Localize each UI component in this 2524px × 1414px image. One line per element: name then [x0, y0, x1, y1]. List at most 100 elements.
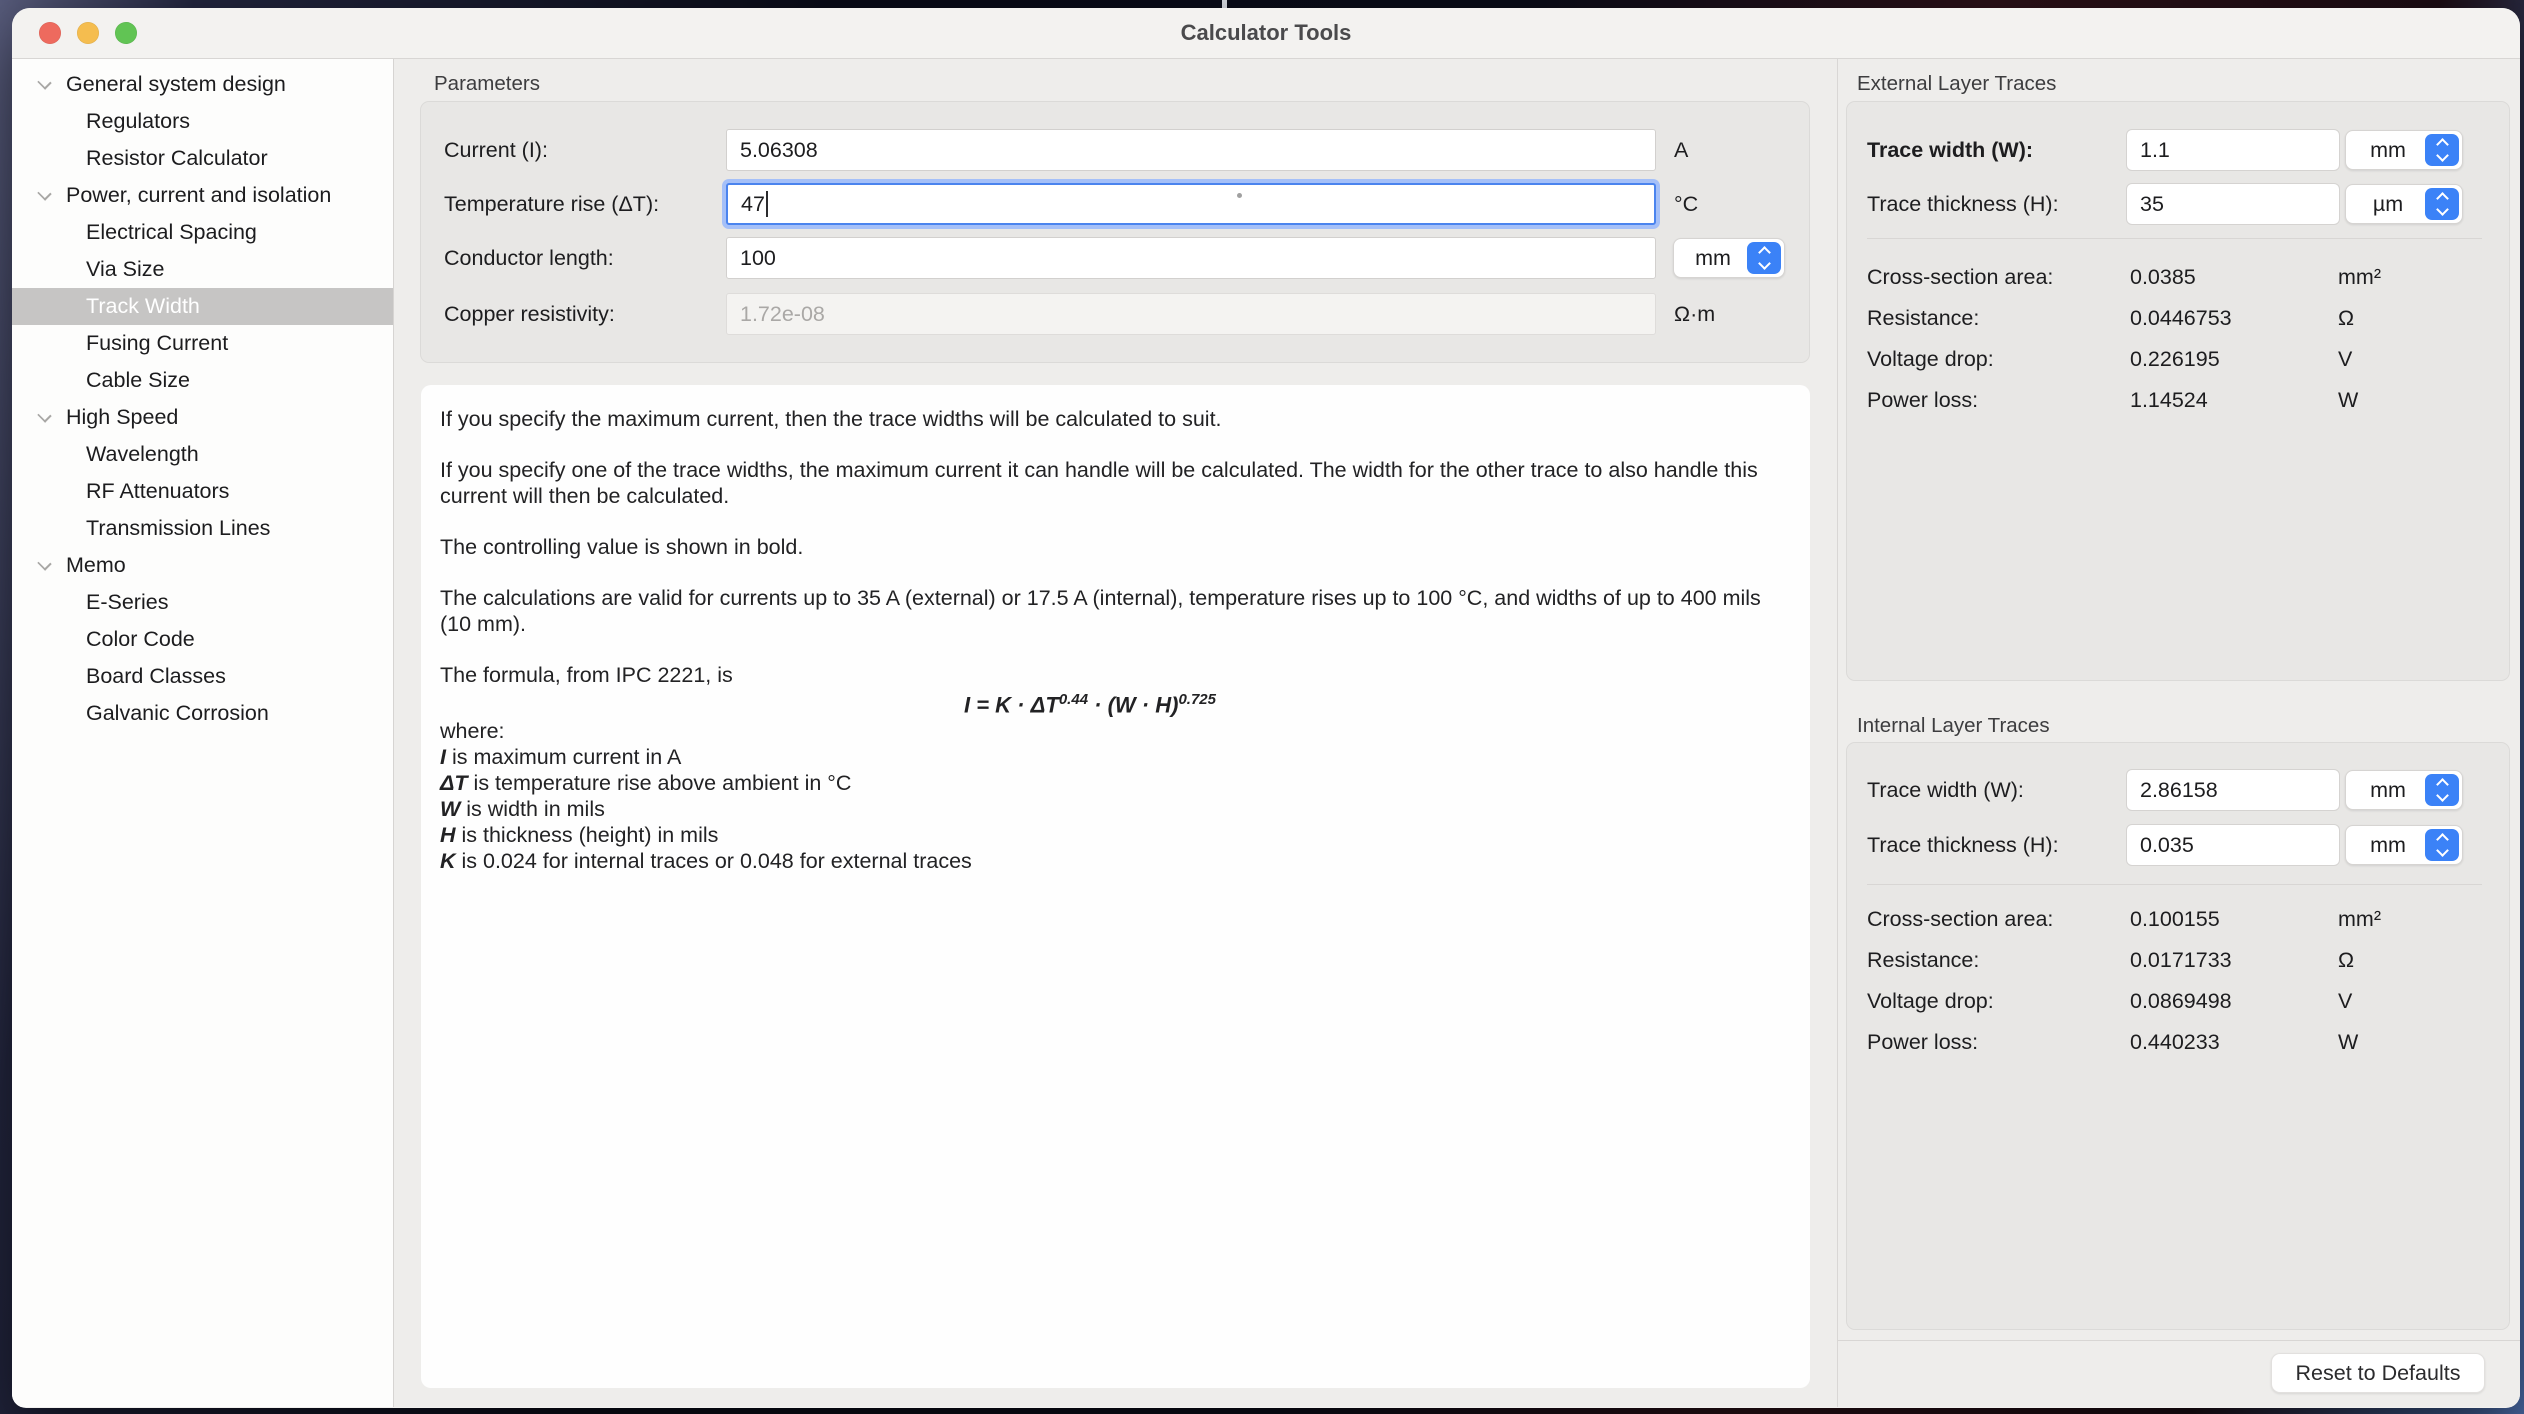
external-trace-thickness-row: Trace thickness (H): µm: [1838, 183, 2520, 225]
divider: [1867, 884, 2482, 885]
result-label: Cross-section area:: [1867, 906, 2053, 932]
result-value: 0.0171733: [2130, 947, 2232, 973]
calculator-tools-window: Calculator Tools General system design R…: [12, 8, 2520, 1408]
result-value: 0.0446753: [2130, 305, 2232, 331]
sidebar-item-rf-attenuators[interactable]: RF Attenuators: [12, 473, 393, 510]
current-unit-label: A: [1674, 129, 1688, 171]
result-unit: Ω: [2338, 305, 2354, 331]
where-line: W is width in mils: [440, 796, 1770, 822]
result-label: Resistance:: [1867, 947, 1979, 973]
result-value: 0.0869498: [2130, 988, 2232, 1014]
sidebar-item-wavelength[interactable]: Wavelength: [12, 436, 393, 473]
sidebar-item-label: Transmission Lines: [86, 516, 270, 541]
conductor-length-unit-select[interactable]: mm: [1673, 238, 1785, 278]
copper-resistivity-row: Copper resistivity: Ω·m: [394, 293, 1837, 335]
sidebar-item-via-size[interactable]: Via Size: [12, 251, 393, 288]
up-down-chevrons-icon: [2425, 134, 2459, 166]
ipc2221-formula: I = K · ΔT0.44 · (W · H)0.725: [964, 687, 1770, 718]
external-trace-width-input[interactable]: [2126, 129, 2340, 171]
sidebar-item-label: Galvanic Corrosion: [86, 701, 269, 726]
result-label: Cross-section area:: [1867, 264, 2053, 290]
sidebar-item-label: Regulators: [86, 109, 190, 134]
up-down-chevrons-icon: [1747, 242, 1781, 274]
sidebar-item-color-code[interactable]: Color Code: [12, 621, 393, 658]
external-cross-section-row: Cross-section area: 0.0385 mm²: [1838, 264, 2520, 290]
chevron-down-icon[interactable]: [37, 186, 51, 200]
sidebar-item-fusing-current[interactable]: Fusing Current: [12, 325, 393, 362]
result-label: Power loss:: [1867, 387, 1978, 413]
calculator-tree-sidebar: General system design Regulators Resisto…: [12, 59, 394, 1407]
internal-trace-width-input[interactable]: [2126, 769, 2340, 811]
parameters-section-header: Parameters: [434, 72, 540, 96]
sidebar-item-track-width[interactable]: Track Width: [12, 288, 393, 325]
help-paragraph: The calculations are valid for currents …: [440, 585, 1770, 637]
sidebar-item-high-speed[interactable]: High Speed: [12, 399, 393, 436]
temperature-rise-unit-label: °C: [1674, 183, 1698, 225]
where-line: I is maximum current in A: [440, 744, 1770, 770]
sidebar-item-resistor-calculator[interactable]: Resistor Calculator: [12, 140, 393, 177]
title-bar[interactable]: Calculator Tools: [12, 8, 2520, 59]
sidebar-item-label: Via Size: [86, 257, 164, 282]
up-down-chevrons-icon: [2425, 188, 2459, 220]
internal-trace-width-unit-select[interactable]: mm: [2345, 770, 2463, 810]
result-label: Resistance:: [1867, 305, 1979, 331]
up-down-chevrons-icon: [2425, 774, 2459, 806]
up-down-chevrons-icon: [2425, 829, 2459, 861]
external-trace-width-unit-select[interactable]: mm: [2345, 130, 2463, 170]
sidebar-item-regulators[interactable]: Regulators: [12, 103, 393, 140]
copper-resistivity-unit-label: Ω·m: [1674, 293, 1715, 335]
result-unit: W: [2338, 387, 2358, 413]
sidebar-item-label: Electrical Spacing: [86, 220, 257, 245]
result-label: Power loss:: [1867, 1029, 1978, 1055]
internal-voltage-drop-row: Voltage drop: 0.0869498 V: [1838, 988, 2520, 1014]
sidebar-item-label: General system design: [66, 72, 286, 97]
sidebar-item-board-classes[interactable]: Board Classes: [12, 658, 393, 695]
result-label: Voltage drop:: [1867, 346, 1994, 372]
reset-to-defaults-button[interactable]: Reset to Defaults: [2271, 1353, 2485, 1393]
external-trace-width-row: Trace width (W): mm: [1838, 129, 2520, 171]
result-unit: mm²: [2338, 906, 2381, 932]
sidebar-item-power-current-and-isolation[interactable]: Power, current and isolation: [12, 177, 393, 214]
external-trace-thickness-input[interactable]: [2126, 183, 2340, 225]
footer-divider: [1838, 1340, 2520, 1341]
conductor-length-input[interactable]: [726, 237, 1656, 279]
sidebar-item-cable-size[interactable]: Cable Size: [12, 362, 393, 399]
internal-trace-thickness-input[interactable]: [2126, 824, 2340, 866]
external-layer-traces-header: External Layer Traces: [1857, 72, 2056, 96]
chevron-down-icon[interactable]: [37, 75, 51, 89]
chevron-down-icon[interactable]: [37, 408, 51, 422]
sidebar-item-memo[interactable]: Memo: [12, 547, 393, 584]
help-paragraph: The formula, from IPC 2221, is: [440, 662, 1770, 688]
sidebar-item-galvanic-corrosion[interactable]: Galvanic Corrosion: [12, 695, 393, 732]
external-power-loss-row: Power loss: 1.14524 W: [1838, 387, 2520, 413]
external-trace-thickness-unit-select[interactable]: µm: [2345, 184, 2463, 224]
divider: [1867, 238, 2482, 239]
window-title: Calculator Tools: [12, 20, 2520, 46]
conductor-length-label: Conductor length:: [444, 237, 614, 279]
sidebar-item-transmission-lines[interactable]: Transmission Lines: [12, 510, 393, 547]
sidebar-item-electrical-spacing[interactable]: Electrical Spacing: [12, 214, 393, 251]
sidebar-item-e-series[interactable]: E-Series: [12, 584, 393, 621]
internal-trace-thickness-row: Trace thickness (H): mm: [1838, 824, 2520, 866]
text-caret: [766, 191, 768, 217]
temperature-rise-input[interactable]: 47: [726, 183, 1656, 225]
chevron-down-icon[interactable]: [37, 556, 51, 570]
internal-resistance-row: Resistance: 0.0171733 Ω: [1838, 947, 2520, 973]
sidebar-item-label: Track Width: [86, 294, 200, 319]
temperature-rise-row: Temperature rise (ΔT): 47 °C: [394, 183, 1837, 225]
internal-power-loss-row: Power loss: 0.440233 W: [1838, 1029, 2520, 1055]
internal-trace-thickness-unit-select[interactable]: mm: [2345, 825, 2463, 865]
sidebar-item-label: Cable Size: [86, 368, 190, 393]
current-row: Current (I): A: [394, 129, 1837, 171]
result-unit: V: [2338, 988, 2352, 1014]
current-input[interactable]: [726, 129, 1656, 171]
sidebar-item-general-system-design[interactable]: General system design: [12, 66, 393, 103]
sidebar-item-label: Resistor Calculator: [86, 146, 268, 171]
internal-cross-section-row: Cross-section area: 0.100155 mm²: [1838, 906, 2520, 932]
result-label: Voltage drop:: [1867, 988, 1994, 1014]
external-resistance-row: Resistance: 0.0446753 Ω: [1838, 305, 2520, 331]
result-unit: mm²: [2338, 264, 2381, 290]
mouse-cursor-dot: [1237, 193, 1242, 198]
where-label: where:: [440, 718, 1770, 744]
internal-trace-width-label: Trace width (W):: [1867, 769, 2024, 811]
